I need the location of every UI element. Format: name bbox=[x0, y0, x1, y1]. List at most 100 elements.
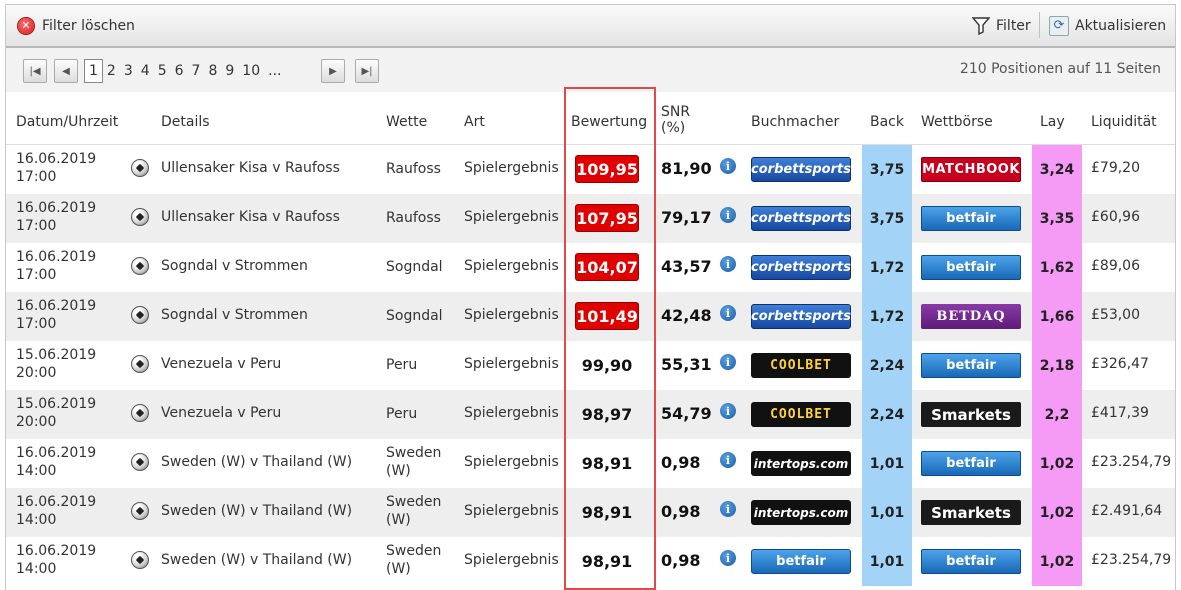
bookmaker-logo[interactable]: intertops.com bbox=[751, 500, 851, 525]
bookmaker-logo[interactable]: intertops.com bbox=[751, 451, 851, 476]
row-wette-line1: Peru bbox=[386, 406, 418, 422]
info-icon[interactable]: i bbox=[720, 305, 736, 321]
soccer-ball-icon bbox=[131, 551, 149, 569]
bookmaker-logo[interactable]: corbettsports bbox=[751, 206, 851, 231]
row-lay-odds[interactable]: 1,02 bbox=[1032, 537, 1082, 586]
col-liquidity[interactable]: Liquidität bbox=[1091, 114, 1157, 130]
row-details[interactable]: Sweden (W) v Thailand (W) bbox=[161, 503, 352, 519]
col-lay[interactable]: Lay bbox=[1040, 114, 1065, 130]
info-icon[interactable]: i bbox=[720, 158, 736, 174]
row-back-odds[interactable]: 3,75 bbox=[862, 145, 912, 194]
row-lay-odds[interactable]: 2,2 bbox=[1032, 390, 1082, 439]
row-lay-odds[interactable]: 1,62 bbox=[1032, 243, 1082, 292]
row-back-odds[interactable]: 1,01 bbox=[862, 488, 912, 537]
info-icon[interactable]: i bbox=[720, 354, 736, 370]
exchange-logo[interactable]: betfair bbox=[921, 206, 1021, 231]
col-details[interactable]: Details bbox=[161, 114, 210, 130]
table-row[interactable]: 16.06.2019 17:00 Sogndal v Strommen Sogndal… bbox=[6, 243, 1175, 292]
prev-page-button[interactable]: ◀ bbox=[54, 59, 78, 83]
table-row[interactable]: 16.06.2019 14:00 Sweden (W) v Thailand (W)… bbox=[6, 488, 1175, 537]
row-datetime: 16.06.2019 14:00 bbox=[16, 493, 96, 529]
last-page-button[interactable]: ▶| bbox=[355, 59, 379, 83]
exchange-logo[interactable]: betfair bbox=[921, 549, 1021, 574]
page-7[interactable]: 7 bbox=[188, 60, 205, 82]
row-details[interactable]: Ullensaker Kisa v Raufoss bbox=[161, 160, 340, 176]
info-icon[interactable]: i bbox=[720, 452, 736, 468]
row-lay-odds[interactable]: 1,66 bbox=[1032, 292, 1082, 341]
table-row[interactable]: 16.06.2019 14:00 Sweden (W) v Thailand (W)… bbox=[6, 537, 1175, 586]
table-row[interactable]: 16.06.2019 14:00 Sweden (W) v Thailand (W)… bbox=[6, 439, 1175, 488]
row-back-odds[interactable]: 1,72 bbox=[862, 243, 912, 292]
row-details[interactable]: Sogndal v Strommen bbox=[161, 258, 308, 274]
col-rating[interactable]: Bewertung bbox=[571, 114, 647, 130]
row-details[interactable]: Venezuela v Peru bbox=[161, 405, 281, 421]
page-6[interactable]: 6 bbox=[171, 60, 188, 82]
row-details[interactable]: Venezuela v Peru bbox=[161, 356, 281, 372]
row-wette-line2: (W) bbox=[386, 561, 411, 577]
row-lay-odds[interactable]: 1,02 bbox=[1032, 439, 1082, 488]
exchange-logo[interactable]: Smarkets bbox=[921, 402, 1021, 427]
row-back-odds[interactable]: 2,24 bbox=[862, 341, 912, 390]
exchange-logo[interactable]: Smarkets bbox=[921, 500, 1021, 525]
row-wette: Sogndal bbox=[386, 258, 443, 276]
filter-button[interactable]: Filter bbox=[972, 5, 1031, 46]
row-details[interactable]: Sweden (W) v Thailand (W) bbox=[161, 552, 352, 568]
row-rating: 109,95 bbox=[576, 156, 638, 182]
row-details[interactable]: Sweden (W) v Thailand (W) bbox=[161, 454, 352, 470]
bookmaker-logo[interactable]: corbettsports bbox=[751, 304, 851, 329]
col-exchange[interactable]: Wettbörse bbox=[921, 114, 993, 130]
col-date[interactable]: Datum/Uhrzeit bbox=[16, 114, 118, 130]
exchange-logo[interactable]: betfair bbox=[921, 451, 1021, 476]
info-icon[interactable]: i bbox=[720, 207, 736, 223]
table-row[interactable]: 15.06.2019 20:00 Venezuela v Peru Peru Spiel… bbox=[6, 390, 1175, 439]
row-back-odds[interactable]: 3,75 bbox=[862, 194, 912, 243]
page-9[interactable]: 9 bbox=[221, 60, 238, 82]
next-page-button[interactable]: ▶ bbox=[321, 59, 345, 83]
table-row[interactable]: 16.06.2019 17:00 Ullensaker Kisa v Raufoss… bbox=[6, 145, 1175, 194]
info-icon[interactable]: i bbox=[720, 403, 736, 419]
info-icon[interactable]: i bbox=[720, 550, 736, 566]
page-10[interactable]: 10 bbox=[238, 60, 264, 82]
bookmaker-logo[interactable]: COOLBET bbox=[751, 353, 851, 378]
row-back-odds[interactable]: 1,01 bbox=[862, 439, 912, 488]
col-art[interactable]: Art bbox=[464, 114, 485, 130]
exchange-logo[interactable]: MATCHBOOK bbox=[921, 157, 1021, 182]
page-4[interactable]: 4 bbox=[137, 60, 154, 82]
table-row[interactable]: 16.06.2019 17:00 Ullensaker Kisa v Raufoss… bbox=[6, 194, 1175, 243]
row-lay-odds[interactable]: 2,18 bbox=[1032, 341, 1082, 390]
table-row[interactable]: 15.06.2019 20:00 Venezuela v Peru Peru Spiel… bbox=[6, 341, 1175, 390]
exchange-logo[interactable]: betfair bbox=[921, 353, 1021, 378]
exchange-logo[interactable]: BETDAQ bbox=[921, 304, 1021, 329]
bookmaker-logo[interactable]: betfair bbox=[751, 549, 851, 574]
info-icon[interactable]: i bbox=[720, 256, 736, 272]
page-1[interactable]: 1 bbox=[84, 59, 103, 83]
exchange-logo[interactable]: betfair bbox=[921, 255, 1021, 280]
refresh-button[interactable]: ⟳ Aktualisieren bbox=[1049, 5, 1166, 46]
col-back[interactable]: Back bbox=[870, 114, 904, 130]
first-page-button[interactable]: |◀ bbox=[23, 59, 47, 83]
row-lay-odds[interactable]: 1,02 bbox=[1032, 488, 1082, 537]
page-more[interactable]: ... bbox=[264, 60, 285, 82]
col-snr[interactable]: SNR (%) bbox=[661, 104, 690, 136]
row-date: 16.06.2019 bbox=[16, 249, 97, 265]
row-details[interactable]: Sogndal v Strommen bbox=[161, 307, 308, 323]
row-back-odds[interactable]: 1,72 bbox=[862, 292, 912, 341]
page-3[interactable]: 3 bbox=[120, 60, 137, 82]
row-back-odds[interactable]: 2,24 bbox=[862, 390, 912, 439]
row-wette: Raufoss bbox=[386, 209, 441, 227]
row-lay-odds[interactable]: 3,35 bbox=[1032, 194, 1082, 243]
row-lay-odds[interactable]: 3,24 bbox=[1032, 145, 1082, 194]
row-details[interactable]: Ullensaker Kisa v Raufoss bbox=[161, 209, 340, 225]
col-wette[interactable]: Wette bbox=[386, 114, 427, 130]
info-icon[interactable]: i bbox=[720, 501, 736, 517]
table-row[interactable]: 16.06.2019 17:00 Sogndal v Strommen Sogndal… bbox=[6, 292, 1175, 341]
page-8[interactable]: 8 bbox=[204, 60, 221, 82]
page-2[interactable]: 2 bbox=[103, 60, 120, 82]
col-bookmaker[interactable]: Buchmacher bbox=[751, 114, 839, 130]
page-5[interactable]: 5 bbox=[154, 60, 171, 82]
bookmaker-logo[interactable]: COOLBET bbox=[751, 402, 851, 427]
bookmaker-logo[interactable]: corbettsports bbox=[751, 157, 851, 182]
clear-filter-button[interactable]: ✕ Filter löschen bbox=[18, 5, 135, 46]
bookmaker-logo[interactable]: corbettsports bbox=[751, 255, 851, 280]
row-back-odds[interactable]: 1,01 bbox=[862, 537, 912, 586]
